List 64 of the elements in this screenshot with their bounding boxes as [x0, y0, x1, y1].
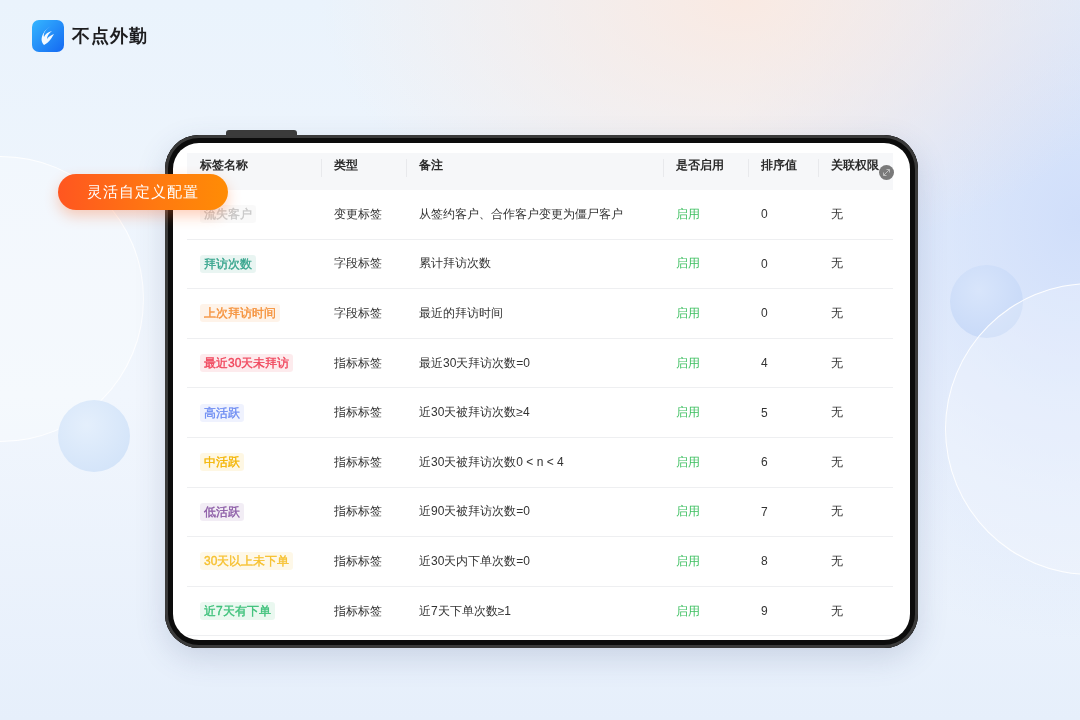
table-cell-text: 最近30天拜访次数=0 [418, 354, 532, 372]
column-header: 排序值 [748, 153, 818, 190]
table-cell-text: 5 [760, 405, 769, 420]
table-cell-text: 0 [760, 207, 769, 222]
table-cell-text: 9 [760, 604, 769, 619]
column-header: 标签名称 [199, 157, 249, 174]
tag: 中活跃 [200, 453, 244, 472]
table-cell-text: 指标标签 [333, 354, 383, 372]
table-cell-text: 无 [830, 602, 844, 620]
column-header: 类型 [321, 153, 406, 190]
table-cell-text: 指标标签 [333, 404, 383, 422]
feature-badge: 灵活自定义配置 [58, 174, 228, 210]
table-cell-text: 指标标签 [333, 503, 383, 521]
table-cell-text: 指标标签 [333, 453, 383, 471]
table-cell-text: 近30天内下单次数=0 [418, 552, 532, 570]
status-text: 启用 [675, 453, 701, 471]
tag: 高活跃 [200, 403, 244, 422]
table-cell-text: 0 [760, 256, 769, 271]
table-cell-text: 字段标签 [333, 255, 383, 273]
table-cell-text: 字段标签 [333, 305, 383, 322]
table-cell-text: 无 [830, 404, 844, 422]
table-cell-text: 最近的拜访时间 [418, 305, 504, 322]
table-cell-text: 近7天下单次数≥1 [418, 602, 512, 620]
status-text: 启用 [675, 552, 701, 570]
table-cell-text: 累计拜访次数 [418, 255, 492, 273]
table-cell-text: 0 [760, 306, 769, 321]
tag: 低活跃 [200, 502, 244, 521]
table-cell-text: 变更标签 [333, 205, 383, 223]
status-text: 启用 [675, 255, 701, 273]
table-cell-text: 近30天被拜访次数≥4 [418, 404, 531, 422]
tag: 上次拜访时间 [200, 304, 280, 323]
table-cell-text: 8 [760, 554, 769, 569]
app-name: 不点外勤 [72, 25, 148, 48]
side-button-drawing [226, 130, 297, 136]
status-text: 启用 [675, 602, 701, 620]
tag: 拜访次数 [200, 254, 256, 273]
table-cell-text: 4 [760, 356, 769, 371]
status-text: 启用 [675, 305, 701, 322]
tag: 最近30天未拜访 [200, 354, 294, 373]
resize-icon[interactable] [879, 165, 894, 180]
status-text: 启用 [675, 503, 701, 521]
table-cell-text: 无 [830, 453, 844, 471]
column-header: 是否启用 [663, 153, 748, 190]
status-text: 启用 [675, 354, 701, 372]
table-cell-text: 无 [830, 354, 844, 372]
table-cell-text: 近90天被拜访次数=0 [418, 503, 532, 521]
table-cell-text: 7 [760, 504, 769, 519]
table-cell-text: 6 [760, 455, 769, 470]
table-cell-text: 无 [830, 503, 844, 521]
table-cell-text: 无 [830, 205, 844, 223]
table-cell-text: 无 [830, 552, 844, 570]
column-header: 备注 [406, 153, 663, 190]
column-header: 关联权限 [818, 153, 893, 190]
table-cell-text: 指标标签 [333, 602, 383, 620]
status-text: 启用 [675, 404, 701, 422]
tag: 30天以上未下单 [200, 552, 294, 571]
table-cell-text: 指标标签 [333, 552, 383, 570]
table-cell-text: 从签约客户、合作客户变更为僵尸客户 [418, 205, 624, 223]
app-logo-icon [32, 20, 64, 52]
table-cell-text: 无 [830, 305, 844, 322]
table-cell-text: 近30天被拜访次数0 < n < 4 [418, 453, 565, 471]
table-cell-text: 无 [830, 255, 844, 273]
tag: 近7天有下单 [200, 602, 275, 621]
status-text: 启用 [675, 205, 701, 223]
